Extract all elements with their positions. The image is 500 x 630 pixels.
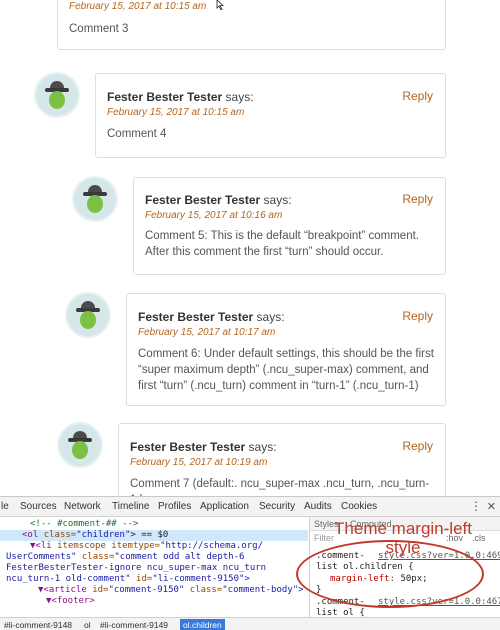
annotation-circle: [296, 540, 484, 608]
author-name[interactable]: Fester Bester Tester: [107, 90, 222, 104]
attr-value: UserComments": [6, 552, 77, 562]
attr-name: class=: [43, 530, 77, 540]
attr-name: itemscope itemtype=: [57, 541, 161, 551]
tag-open: ▼<li: [30, 541, 52, 551]
comment-body: Comment 5: This is the default “breakpoi…: [145, 230, 419, 258]
says-label: says:: [256, 310, 285, 324]
comment-5: Fester Bester Tester says: February 15, …: [133, 177, 446, 275]
elements-tree: <!-- #comment-## --> <ol class="children…: [0, 517, 308, 617]
tree-node-cont: FesterBesterTester-ignore ncu_super-max …: [6, 563, 266, 574]
breadcrumb-item[interactable]: #li-comment-9148: [4, 620, 72, 630]
comment-date[interactable]: February 15, 2017 at 10:15 am: [107, 107, 244, 118]
tag-open: <ol: [22, 530, 39, 540]
css-selector[interactable]: list ol {: [316, 608, 365, 617]
author-name[interactable]: Fester Bester Tester: [145, 193, 260, 207]
avatar[interactable]: [34, 72, 80, 118]
html-comment: <!-- #comment-## -->: [30, 519, 139, 529]
attr-value: "li-comment-9150">: [152, 574, 250, 584]
avatar[interactable]: [65, 292, 111, 338]
author-name[interactable]: Fester Bester Tester: [138, 310, 253, 324]
tab-application[interactable]: Application: [200, 501, 249, 512]
comment-4: Fester Bester Tester says: February 15, …: [95, 73, 446, 158]
attr-value: FesterBesterTester-ignore ncu_super-max …: [6, 563, 267, 573]
says-label: says:: [248, 440, 277, 454]
avatar[interactable]: [72, 176, 118, 222]
tab-sources[interactable]: Sources: [20, 501, 57, 512]
selection-marker: > == $0: [130, 530, 169, 540]
tab-profiles[interactable]: Profiles: [158, 501, 191, 512]
tag-open: ▼<article: [38, 585, 87, 595]
tab-security[interactable]: Security: [259, 501, 295, 512]
comment-body: Comment 4: [107, 128, 167, 140]
comment-author: Fester Bester Tester says:: [130, 440, 277, 454]
tree-node[interactable]: ▼<li itemscope itemtype="http://schema.o…: [30, 541, 263, 552]
comment-body: Comment 6: Under default settings, this …: [138, 348, 434, 392]
attr-value: "comment odd alt depth-6: [114, 552, 245, 562]
close-icon[interactable]: ✕: [487, 500, 496, 513]
reply-link[interactable]: Reply: [402, 439, 433, 453]
face-icon: [49, 91, 65, 109]
face-icon: [72, 441, 88, 459]
reply-link[interactable]: Reply: [402, 89, 433, 103]
comment-7: Fester Bester Tester says: February 15, …: [118, 423, 446, 496]
says-label: says:: [225, 90, 254, 104]
breadcrumb-item-active[interactable]: ol.children: [180, 619, 225, 630]
face-icon: [87, 195, 103, 213]
avatar[interactable]: [57, 422, 103, 468]
devtools-tab-bar: le Sources Network Timeline Profiles App…: [0, 497, 500, 517]
attr-name: id=: [92, 585, 109, 595]
comment-body: Comment 3: [69, 23, 129, 35]
comment-3: February 15, 2017 at 10:15 am Comment 3: [57, 0, 446, 50]
tab-cookies[interactable]: Cookies: [341, 501, 377, 512]
comment-6: Fester Bester Tester says: February 15, …: [126, 293, 446, 406]
tag-open: ▼<footer>: [46, 596, 95, 606]
tree-node[interactable]: ▼<article id="comment-9150" class="comme…: [38, 585, 304, 596]
comment-date[interactable]: February 15, 2017 at 10:15 am: [69, 1, 206, 12]
comment-author: Fester Bester Tester says:: [145, 193, 292, 207]
attr-value: "http://schema.org/: [160, 541, 264, 551]
comment-body: Comment 7 (default:. ncu_super-max .ncu_…: [130, 478, 430, 496]
says-label: says:: [263, 193, 292, 207]
tree-node[interactable]: ▼<footer>: [46, 596, 95, 607]
tree-node[interactable]: <!-- #comment-## -->: [30, 519, 138, 530]
more-options-icon[interactable]: ⋮: [470, 499, 482, 513]
comment-author: Fester Bester Tester says:: [138, 310, 285, 324]
tab-timeline[interactable]: Timeline: [112, 501, 149, 512]
author-name[interactable]: Fester Bester Tester: [130, 440, 245, 454]
tree-node-cont: UserComments" class="comment odd alt dep…: [6, 552, 244, 563]
face-icon: [80, 311, 96, 329]
comment-thread: February 15, 2017 at 10:15 am Comment 3 …: [0, 0, 500, 496]
attr-name: class=: [81, 552, 115, 562]
breadcrumb-item[interactable]: ol: [84, 620, 91, 630]
tab-elements[interactable]: le: [1, 501, 9, 512]
tree-node-selected[interactable]: <ol class="children"> == $0: [0, 530, 308, 541]
comment-date[interactable]: February 15, 2017 at 10:19 am: [130, 457, 267, 468]
comment-author: Fester Bester Tester says:: [107, 90, 254, 104]
attr-value: ncu_turn-1 old-comment": [6, 574, 131, 584]
breadcrumb: #li-comment-9148 ol #li-comment-9149 ol.…: [0, 617, 500, 630]
mouse-cursor-icon: [216, 0, 225, 10]
attr-name: class=: [189, 585, 223, 595]
tab-network[interactable]: Network: [64, 501, 101, 512]
attr-value: "comment-9150": [108, 585, 185, 595]
attr-value: "children": [76, 530, 131, 540]
tab-audits[interactable]: Audits: [304, 501, 332, 512]
comment-date[interactable]: February 15, 2017 at 10:16 am: [145, 210, 282, 221]
comment-date[interactable]: February 15, 2017 at 10:17 am: [138, 327, 275, 338]
breadcrumb-item[interactable]: #li-comment-9149: [100, 620, 168, 630]
reply-link[interactable]: Reply: [402, 309, 433, 323]
tree-node-cont: ncu_turn-1 old-comment" id="li-comment-9…: [6, 574, 250, 585]
attr-name: id=: [136, 574, 153, 584]
attr-value: "comment-body">: [222, 585, 304, 595]
reply-link[interactable]: Reply: [402, 192, 433, 206]
